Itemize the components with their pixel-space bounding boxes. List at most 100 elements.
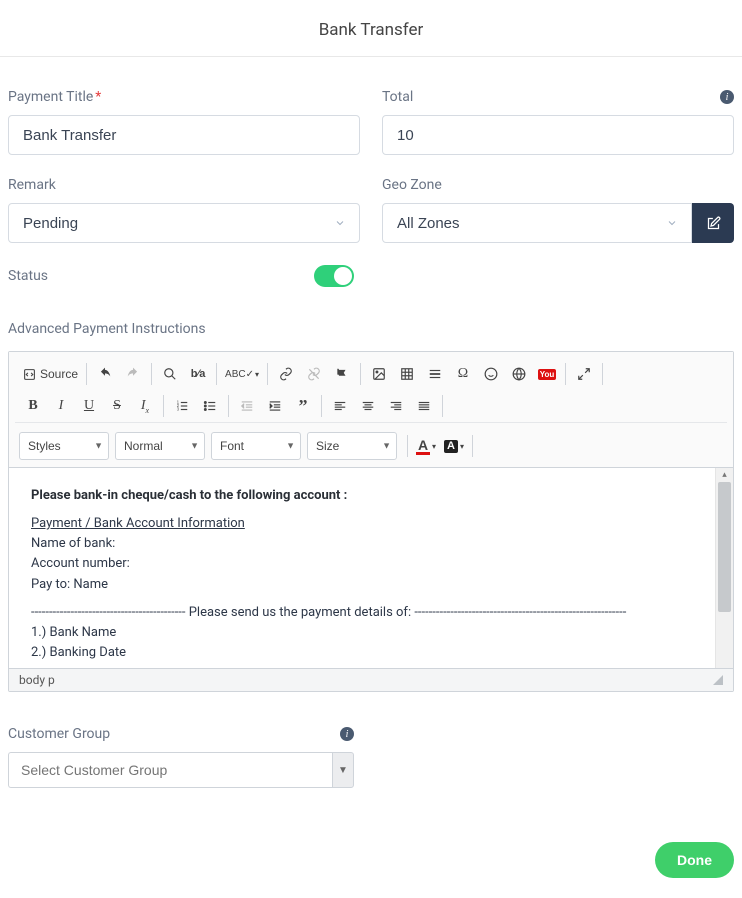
remove-format-button[interactable]: Ix (131, 392, 159, 420)
text-color-button[interactable]: A ▾ (412, 432, 440, 460)
chevron-down-icon: ▼ (338, 765, 348, 776)
table-button[interactable] (393, 360, 421, 388)
numbered-list-icon: 123 (175, 399, 189, 413)
strike-button[interactable]: S (103, 392, 131, 420)
numbered-list-button[interactable]: 123 (168, 392, 196, 420)
styles-select[interactable]: Styles (19, 432, 109, 460)
align-justify-button[interactable] (410, 392, 438, 420)
remove-format-icon: Ix (141, 398, 149, 415)
unlink-button[interactable] (300, 360, 328, 388)
youtube-button[interactable]: You (533, 360, 561, 388)
rich-text-editor: Source b⁄a ABC✓▾ Ω (8, 351, 734, 692)
page-title: Bank Transfer (0, 0, 742, 57)
find-button[interactable] (156, 360, 184, 388)
source-icon (23, 368, 36, 381)
link-button[interactable] (272, 360, 300, 388)
status-label: Status (8, 268, 48, 284)
customer-group-label: Customer Group (8, 726, 110, 742)
size-select[interactable]: Size (307, 432, 397, 460)
scroll-up-icon: ▴ (716, 470, 733, 480)
customer-group-select[interactable] (8, 752, 332, 788)
edit-geo-zone-button[interactable] (692, 203, 734, 243)
maximize-button[interactable] (570, 360, 598, 388)
remark-select[interactable]: Pending (8, 203, 360, 243)
status-toggle[interactable] (314, 265, 354, 287)
redo-icon (126, 367, 140, 381)
editor-line: Name of bank: (31, 534, 711, 554)
editor-line: Payment / Bank Account Information (31, 514, 711, 534)
geo-zone-select[interactable]: All Zones (382, 203, 692, 243)
align-left-icon (333, 399, 347, 413)
search-icon (163, 367, 177, 381)
link-icon (279, 367, 293, 381)
anchor-button[interactable] (328, 360, 356, 388)
special-char-button[interactable]: Ω (449, 360, 477, 388)
youtube-icon: You (538, 369, 557, 380)
advanced-instructions-label: Advanced Payment Instructions (8, 321, 734, 337)
align-right-button[interactable] (382, 392, 410, 420)
payment-title-input[interactable] (8, 115, 360, 155)
spellcheck-button[interactable]: ABC✓▾ (221, 360, 263, 388)
remark-label: Remark (8, 177, 360, 193)
bold-button[interactable]: B (19, 392, 47, 420)
align-justify-icon (417, 399, 431, 413)
replace-icon: b⁄a (191, 368, 206, 380)
format-select[interactable]: Normal (115, 432, 205, 460)
italic-icon: I (59, 398, 64, 414)
horizontal-line-button[interactable] (421, 360, 449, 388)
editor-element-path[interactable]: body p (19, 673, 55, 687)
editor-content-area[interactable]: Please bank-in cheque/cash to the follow… (9, 468, 733, 668)
image-button[interactable] (365, 360, 393, 388)
done-button[interactable]: Done (655, 842, 734, 878)
blockquote-button[interactable]: ” (289, 392, 317, 420)
align-left-button[interactable] (326, 392, 354, 420)
indent-icon (268, 399, 282, 413)
editor-line: ----------------------------------------… (31, 603, 711, 623)
align-center-icon (361, 399, 375, 413)
editor-scrollbar[interactable]: ▴ (715, 468, 733, 668)
underline-button[interactable]: U (75, 392, 103, 420)
align-center-button[interactable] (354, 392, 382, 420)
text-color-icon: A (416, 438, 430, 455)
undo-button[interactable] (91, 360, 119, 388)
omega-icon: Ω (458, 366, 468, 382)
outdent-button[interactable] (233, 392, 261, 420)
bg-color-icon: A (444, 440, 458, 453)
resize-handle[interactable] (713, 675, 723, 685)
horizontal-line-icon (428, 367, 442, 381)
editor-line: Account number: (31, 554, 711, 574)
customer-group-dropdown-button[interactable]: ▼ (332, 752, 354, 788)
bold-icon: B (28, 398, 37, 414)
svg-text:3: 3 (177, 407, 180, 412)
payment-title-label: Payment Title* (8, 89, 360, 105)
emoji-button[interactable] (477, 360, 505, 388)
bg-color-button[interactable]: A ▾ (440, 432, 468, 460)
total-label: Total (382, 89, 413, 105)
replace-button[interactable]: b⁄a (184, 360, 212, 388)
info-icon[interactable]: i (720, 90, 734, 104)
indent-button[interactable] (261, 392, 289, 420)
flag-icon (335, 367, 349, 381)
outdent-icon (240, 399, 254, 413)
unlink-icon (307, 367, 321, 381)
total-input[interactable] (382, 115, 734, 155)
globe-icon (512, 367, 526, 381)
underline-icon: U (84, 398, 94, 414)
editor-line: 2.) Banking Date (31, 643, 711, 663)
italic-button[interactable]: I (47, 392, 75, 420)
bullet-list-button[interactable] (196, 392, 224, 420)
undo-icon (98, 367, 112, 381)
redo-button[interactable] (119, 360, 147, 388)
bullet-list-icon (203, 399, 217, 413)
strike-icon: S (113, 398, 121, 414)
edit-icon (706, 216, 721, 231)
editor-line: Please bank-in cheque/cash to the follow… (31, 486, 711, 506)
align-right-icon (389, 399, 403, 413)
image-icon (372, 367, 386, 381)
font-select[interactable]: Font (211, 432, 301, 460)
iframe-button[interactable] (505, 360, 533, 388)
editor-line: 1.) Bank Name (31, 623, 711, 643)
source-button[interactable]: Source (19, 360, 82, 388)
maximize-icon (577, 367, 591, 381)
info-icon[interactable]: i (340, 727, 354, 741)
